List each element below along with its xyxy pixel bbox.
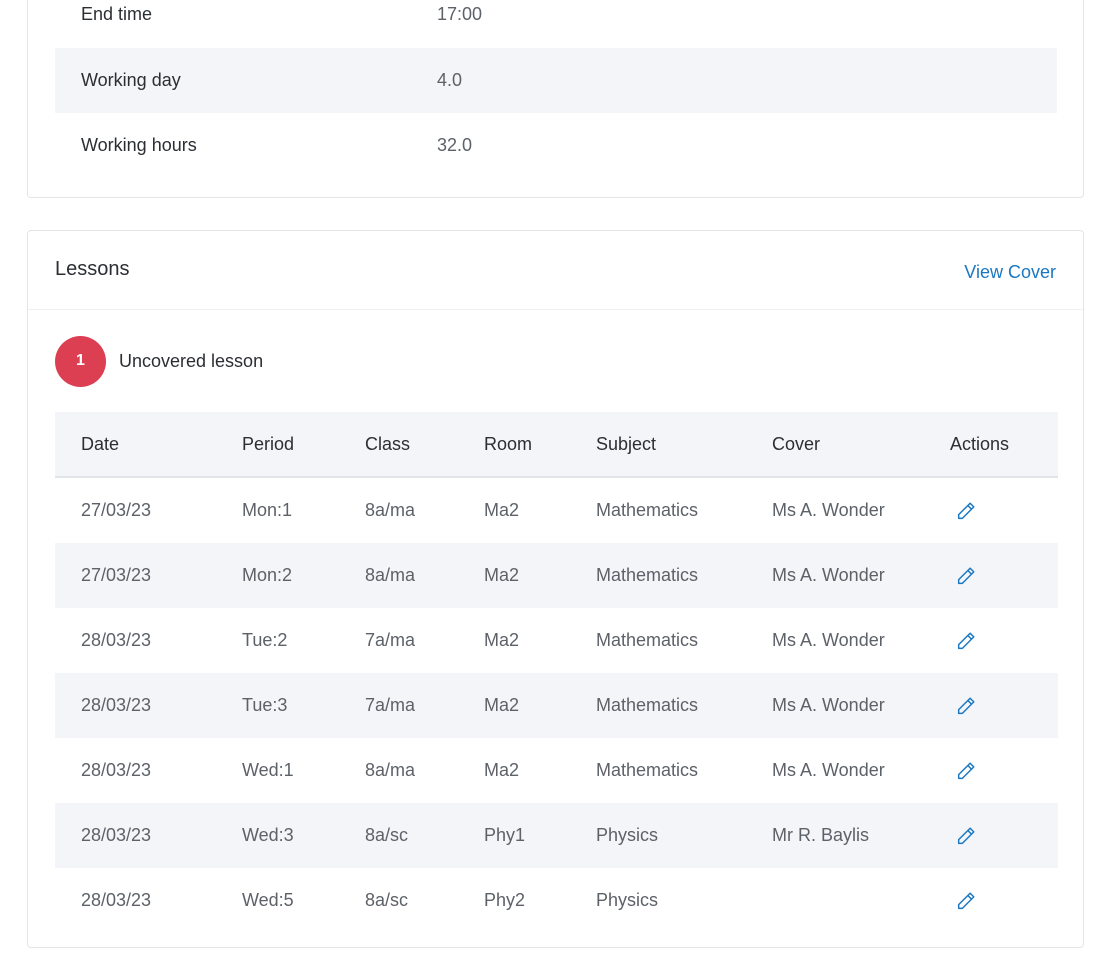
cell-room: Ma2 [484, 543, 596, 608]
cell-actions [950, 608, 1058, 673]
detail-row-working-day: Working day 4.0 [55, 48, 1057, 113]
cell-subject: Physics [596, 803, 772, 868]
cell-subject: Physics [596, 890, 659, 910]
column-header-actions: Actions [950, 412, 1058, 478]
detail-label: Working day [81, 70, 181, 90]
lessons-header: Lessons View Cover [28, 231, 1083, 310]
cell-class: 7a/ma [365, 630, 416, 650]
staff-details-card: End time 17:00 Working day 4.0 Working h… [27, 0, 1084, 198]
column-header-subject[interactable]: Subject [596, 412, 772, 478]
uncovered-summary: 1 Uncovered lesson [55, 335, 263, 387]
cell-date: 28/03/23 [55, 803, 242, 868]
table-row: 28/03/23 Tue:2 7a/ma Ma2 Mathematics Ms … [55, 608, 1058, 673]
cell-cover: Ms A. Wonder [772, 500, 885, 520]
cell-cover: Mr R. Baylis [772, 803, 950, 868]
table-row: 28/03/23 Tue:3 7a/ma Ma2 Mathematics Ms … [55, 673, 1058, 738]
pencil-edit-icon[interactable] [955, 695, 977, 717]
cell-cover: Ms A. Wonder [772, 673, 950, 738]
pencil-edit-icon[interactable] [955, 630, 977, 652]
cell-room: Ma2 [484, 630, 520, 650]
cell-period: Wed:3 [242, 803, 365, 868]
table-row: 28/03/23 Wed:3 8a/sc Phy1 Physics Mr R. … [55, 803, 1058, 868]
cell-room: Ma2 [484, 760, 520, 780]
cell-date: 27/03/23 [81, 500, 152, 520]
pencil-edit-icon[interactable] [955, 760, 977, 782]
table-row: 27/03/23 Mon:2 8a/ma Ma2 Mathematics Ms … [55, 543, 1058, 608]
cell-actions [950, 868, 1058, 933]
cell-date: 28/03/23 [81, 890, 152, 910]
cell-subject: Mathematics [596, 543, 772, 608]
cell-room: Phy2 [484, 890, 526, 910]
cell-room: Ma2 [484, 500, 520, 520]
cell-class: 8a/ma [365, 500, 416, 520]
detail-value: 17:00 [437, 4, 483, 24]
cell-cover: Ms A. Wonder [772, 760, 885, 780]
detail-row-end-time: End time 17:00 [55, 0, 1057, 47]
detail-label: Working hours [81, 135, 197, 155]
cell-cover [772, 868, 950, 933]
pencil-edit-icon[interactable] [955, 500, 977, 522]
cell-cover: Ms A. Wonder [772, 630, 885, 650]
cell-cover: Ms A. Wonder [772, 543, 950, 608]
cell-actions [950, 477, 1058, 543]
cell-class: 8a/sc [365, 803, 484, 868]
table-row: 27/03/23 Mon:1 8a/ma Ma2 Mathematics Ms … [55, 477, 1058, 543]
cell-actions [950, 673, 1058, 738]
column-header-room[interactable]: Room [484, 412, 596, 478]
detail-value: 32.0 [437, 135, 473, 155]
uncovered-count-badge: 1 [55, 335, 106, 387]
column-header-class[interactable]: Class [365, 412, 484, 478]
cell-period: Tue:2 [242, 630, 288, 650]
cell-room: Ma2 [484, 673, 596, 738]
cell-date: 28/03/23 [55, 673, 242, 738]
table-row: 28/03/23 Wed:5 8a/sc Phy2 Physics [55, 868, 1058, 933]
lessons-card: Lessons View Cover 1 Uncovered lesson Da… [27, 230, 1084, 948]
cell-room: Phy1 [484, 803, 596, 868]
cell-period: Mon:2 [242, 543, 365, 608]
table-header-row: Date Period Class Room Subject Cover Act… [55, 412, 1058, 478]
cell-period: Wed:1 [242, 760, 294, 780]
detail-value: 4.0 [437, 70, 463, 90]
cell-subject: Mathematics [596, 673, 772, 738]
cell-class: 8a/ma [365, 760, 416, 780]
cell-period: Wed:5 [242, 890, 294, 910]
cell-class: 7a/ma [365, 673, 484, 738]
cell-subject: Mathematics [596, 630, 699, 650]
column-header-date[interactable]: Date [55, 412, 242, 478]
pencil-edit-icon[interactable] [955, 890, 977, 912]
uncovered-label: Uncovered lesson [119, 350, 264, 371]
detail-label: End time [81, 4, 153, 24]
cell-subject: Mathematics [596, 500, 699, 520]
cell-actions [950, 803, 1058, 868]
cell-subject: Mathematics [596, 760, 699, 780]
lessons-table: Date Period Class Room Subject Cover Act… [55, 412, 1058, 933]
cell-period: Mon:1 [242, 500, 293, 520]
cell-class: 8a/ma [365, 543, 484, 608]
column-header-period[interactable]: Period [242, 412, 365, 478]
column-header-cover[interactable]: Cover [772, 412, 950, 478]
cell-actions [950, 738, 1058, 803]
pencil-edit-icon[interactable] [955, 825, 977, 847]
cell-date: 27/03/23 [55, 543, 242, 608]
cell-period: Tue:3 [242, 673, 365, 738]
cell-class: 8a/sc [365, 890, 409, 910]
table-row: 28/03/23 Wed:1 8a/ma Ma2 Mathematics Ms … [55, 738, 1058, 803]
lessons-title: Lessons [55, 258, 130, 280]
view-cover-link[interactable]: View Cover [964, 262, 1056, 283]
cell-actions [950, 543, 1058, 608]
cell-date: 28/03/23 [81, 630, 152, 650]
pencil-edit-icon[interactable] [955, 565, 977, 587]
detail-row-working-hours: Working hours 32.0 [55, 113, 1057, 178]
cell-date: 28/03/23 [81, 760, 152, 780]
